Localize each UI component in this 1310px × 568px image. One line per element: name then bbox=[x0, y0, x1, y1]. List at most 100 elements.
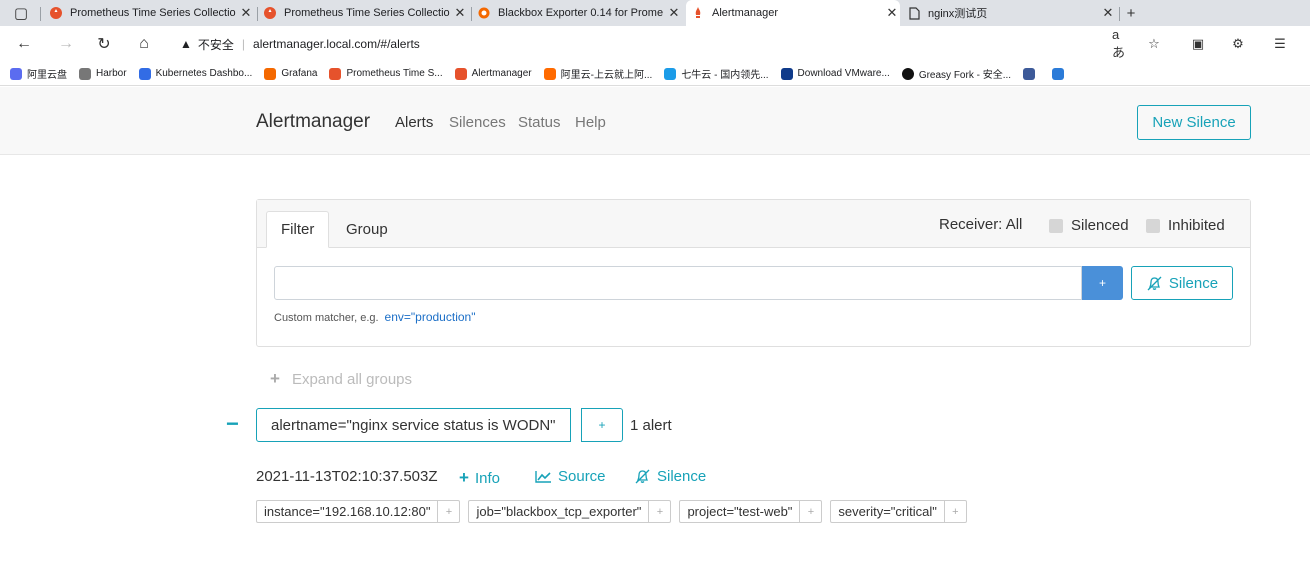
alert-count: 1 alert bbox=[630, 417, 672, 434]
collapse-group-icon[interactable]: − bbox=[226, 413, 239, 435]
silence-label: Silence bbox=[657, 468, 707, 485]
bookmark-item[interactable]: Download VMware... bbox=[780, 67, 890, 80]
bookmark-icon bbox=[10, 67, 22, 80]
close-icon[interactable]: ✕ bbox=[666, 5, 682, 21]
source-button[interactable]: Source bbox=[535, 468, 606, 485]
app-navbar: Alertmanager Alerts Silences Status Help… bbox=[0, 87, 1310, 155]
new-silence-button[interactable]: New Silence bbox=[1137, 105, 1251, 140]
close-icon[interactable]: ✕ bbox=[238, 5, 254, 21]
label-text[interactable]: instance="192.168.10.12:80" bbox=[257, 501, 437, 522]
bell-slash-icon bbox=[1147, 276, 1162, 290]
qiniu-icon bbox=[664, 67, 677, 80]
prometheus-icon bbox=[454, 67, 467, 80]
browser-tab-2[interactable]: Prometheus Time Series Collectio ✕ bbox=[258, 0, 468, 26]
bookmark-label: Harbor bbox=[96, 68, 127, 79]
nav-alerts[interactable]: Alerts bbox=[395, 114, 433, 131]
browser-tab-strip: ▢ Prometheus Time Series Collectio ✕ Pro… bbox=[0, 0, 1310, 26]
info-label: Info bbox=[474, 469, 500, 487]
checkbox-box[interactable] bbox=[1049, 218, 1063, 233]
greasyfork-icon bbox=[901, 67, 914, 80]
nav-status[interactable]: Status bbox=[518, 114, 561, 131]
plus-icon: + bbox=[459, 468, 469, 487]
filter-card-header: Filter Group Receiver: All Silenced Inhi… bbox=[257, 200, 1250, 248]
nav-silences[interactable]: Silences bbox=[449, 114, 506, 131]
label-text[interactable]: severity="critical" bbox=[831, 501, 943, 522]
add-filter-button[interactable]: + bbox=[1082, 266, 1123, 300]
alert-silence-button[interactable]: Silence bbox=[634, 468, 706, 485]
bookmark-item[interactable]: Harbor bbox=[79, 67, 127, 80]
back-icon[interactable]: ← bbox=[14, 34, 34, 54]
url-text[interactable]: alertmanager.local.com/#/alerts bbox=[253, 37, 420, 51]
extensions-icon[interactable]: ⚙ bbox=[1228, 35, 1248, 53]
new-tab-icon[interactable]: + bbox=[1122, 4, 1140, 22]
bookmark-label: 阿里云盘 bbox=[27, 70, 67, 81]
filter-input[interactable] bbox=[274, 266, 1082, 300]
browser-tab-3[interactable]: Blackbox Exporter 0.14 for Prome ✕ bbox=[472, 0, 682, 26]
bookmark-item[interactable]: Alertmanager bbox=[454, 67, 532, 80]
bookmark-item[interactable]: Grafana bbox=[264, 67, 317, 80]
close-icon[interactable]: ✕ bbox=[884, 5, 900, 21]
tab-group[interactable]: Group bbox=[332, 211, 402, 248]
prometheus-icon bbox=[690, 5, 706, 21]
bookmark-item[interactable]: 七牛云 - 国内领先... bbox=[664, 66, 769, 81]
bookmark-label: Prometheus Time S... bbox=[346, 68, 443, 79]
checkbox-box[interactable] bbox=[1146, 218, 1160, 233]
home-icon[interactable]: ⌂ bbox=[134, 34, 154, 54]
collections-icon[interactable]: ▣ bbox=[1188, 35, 1208, 53]
tab-actions-icon[interactable]: ▢ bbox=[12, 4, 30, 22]
close-icon[interactable]: ✕ bbox=[1100, 5, 1116, 21]
chart-line-icon bbox=[535, 471, 551, 483]
tab-title: Alertmanager bbox=[712, 7, 779, 19]
bookmark-label: Kubernetes Dashbo... bbox=[155, 68, 253, 79]
bookmark-item[interactable] bbox=[1052, 67, 1069, 80]
browser-tab-1[interactable]: Prometheus Time Series Collectio ✕ bbox=[44, 0, 254, 26]
label-instance: instance="192.168.10.12:80" + bbox=[256, 500, 461, 523]
favorite-icon[interactable]: ☆ bbox=[1144, 35, 1164, 53]
expand-all-label: Expand all groups bbox=[291, 370, 413, 388]
read-aloud-icon[interactable]: a あ bbox=[1112, 27, 1132, 60]
receiver-dropdown[interactable]: Receiver: All bbox=[939, 216, 1022, 233]
label-add-button[interactable]: + bbox=[799, 501, 821, 522]
group-label[interactable]: alertname="nginx service status is WODN" bbox=[256, 408, 571, 442]
bookmark-item[interactable] bbox=[1023, 67, 1040, 80]
silence-button-label: Silence bbox=[1168, 274, 1219, 292]
browser-tab-5[interactable]: nginx测试页 ✕ bbox=[902, 0, 1116, 26]
bookmark-label: 阿里云-上云就上阿... bbox=[560, 70, 653, 81]
address-bar[interactable]: ▲ 不安全 | alertmanager.local.com/#/alerts bbox=[168, 30, 1226, 58]
aliyun-icon bbox=[543, 67, 556, 80]
grafana-icon bbox=[476, 5, 492, 21]
silenced-checkbox[interactable]: Silenced bbox=[1049, 217, 1129, 234]
close-icon[interactable]: ✕ bbox=[452, 5, 468, 21]
label-add-button[interactable]: + bbox=[648, 501, 670, 522]
browser-tab-4[interactable]: Alertmanager ✕ bbox=[686, 0, 900, 26]
bookmark-item[interactable]: Prometheus Time S... bbox=[329, 67, 443, 80]
expand-all-groups-button[interactable]: + Expand all groups bbox=[270, 369, 412, 389]
label-text[interactable]: job="blackbox_tcp_exporter" bbox=[469, 501, 648, 522]
group-add-filter-button[interactable]: + bbox=[581, 408, 623, 442]
inhibited-checkbox[interactable]: Inhibited bbox=[1146, 217, 1225, 234]
bookmark-icon bbox=[1052, 67, 1065, 80]
security-status[interactable]: 不安全 bbox=[198, 36, 234, 53]
bookmark-item[interactable]: 阿里云-上云就上阿... bbox=[543, 66, 653, 81]
favorites-list-icon[interactable]: ☰ bbox=[1270, 35, 1290, 53]
warning-icon[interactable]: ▲ bbox=[180, 37, 192, 51]
bookmark-icon bbox=[1023, 67, 1036, 80]
hint-text: Custom matcher, e.g. bbox=[274, 312, 379, 324]
info-button[interactable]: + Info bbox=[459, 468, 500, 488]
brand-title[interactable]: Alertmanager bbox=[256, 111, 370, 133]
page-icon bbox=[906, 5, 922, 21]
tab-filter[interactable]: Filter bbox=[266, 211, 330, 248]
bookmark-item[interactable]: 阿里云盘 bbox=[10, 66, 67, 81]
label-add-button[interactable]: + bbox=[437, 501, 459, 522]
label-text[interactable]: project="test-web" bbox=[680, 501, 799, 522]
reload-icon[interactable]: ↻ bbox=[94, 34, 114, 54]
label-severity: severity="critical" + bbox=[830, 500, 967, 523]
hint-example-link[interactable]: env="production" bbox=[385, 310, 476, 324]
bookmark-item[interactable]: Kubernetes Dashbo... bbox=[138, 67, 253, 80]
silence-button[interactable]: Silence bbox=[1131, 266, 1233, 300]
vmware-icon bbox=[780, 67, 793, 80]
forward-icon[interactable]: → bbox=[56, 34, 76, 54]
nav-help[interactable]: Help bbox=[575, 114, 606, 131]
bookmark-item[interactable]: Greasy Fork - 安全... bbox=[901, 66, 1011, 81]
label-add-button[interactable]: + bbox=[943, 501, 966, 522]
